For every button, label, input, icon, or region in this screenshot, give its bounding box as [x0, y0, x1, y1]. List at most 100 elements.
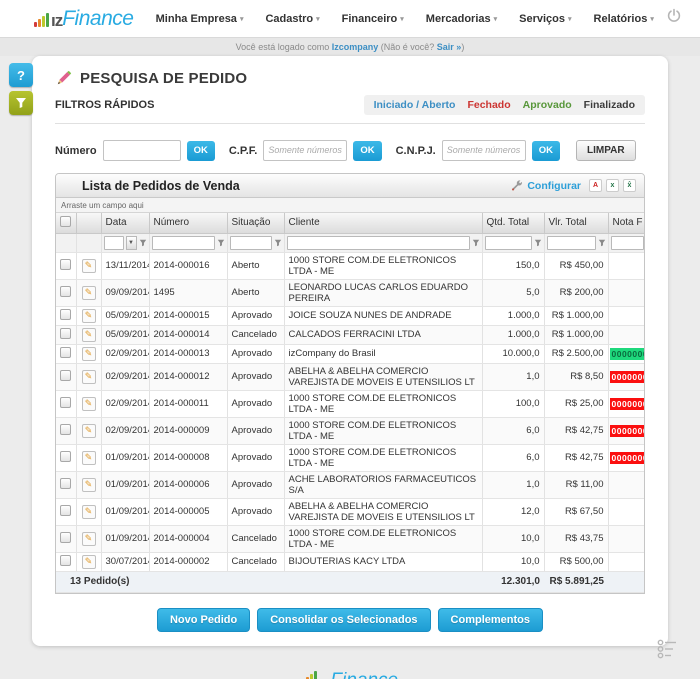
numero-ok-button[interactable]: OK [187, 141, 215, 161]
row-date: 05/09/2014 [101, 325, 149, 344]
edit-pencil-icon[interactable]: ✎ [82, 555, 96, 569]
group-drop-zone[interactable]: Arraste um campo aqui [56, 198, 644, 213]
filter-qtd-input[interactable] [485, 236, 532, 250]
nav-item-cadastro[interactable]: Cadastro▾ [265, 13, 319, 25]
row-edit-cell: ✎ [76, 306, 101, 325]
edit-pencil-icon[interactable]: ✎ [82, 347, 96, 361]
col-cliente[interactable]: Cliente [284, 213, 482, 233]
row-nota-cell [608, 325, 645, 344]
edit-pencil-icon[interactable]: ✎ [82, 505, 96, 519]
edit-pencil-icon[interactable]: ✎ [82, 328, 96, 342]
cnpj-input[interactable] [442, 140, 526, 161]
filter-nota-input[interactable] [611, 236, 645, 250]
cpf-ok-button[interactable]: OK [353, 141, 381, 161]
filter-funnel-icon[interactable] [534, 239, 542, 247]
consolidar-selecionados-button[interactable]: Consolidar os Selecionados [257, 608, 430, 632]
edit-pencil-icon[interactable]: ✎ [82, 478, 96, 492]
select-all-checkbox[interactable] [60, 216, 71, 227]
edit-pencil-icon[interactable]: ✎ [82, 451, 96, 465]
row-checkbox[interactable] [60, 532, 71, 543]
table-row: ✎05/09/20142014-000014CanceladoCALCADOS … [56, 325, 645, 344]
app-logo[interactable]: ız Finance [34, 7, 133, 31]
status-filter-aprovado[interactable]: Aprovado [523, 99, 572, 111]
row-checkbox[interactable] [60, 451, 71, 462]
nav-item-mercadorias[interactable]: Mercadorias▾ [426, 13, 497, 25]
col-situacao[interactable]: Situação [227, 213, 284, 233]
row-qty: 12,0 [482, 498, 544, 525]
filter-cliente-input[interactable] [287, 236, 470, 250]
wrench-icon[interactable] [511, 180, 523, 192]
edit-pencil-icon[interactable]: ✎ [82, 259, 96, 273]
edit-pencil-icon[interactable]: ✎ [82, 397, 96, 411]
row-date: 01/09/2014 [101, 525, 149, 552]
filter-situacao-input[interactable] [230, 236, 272, 250]
row-checkbox[interactable] [60, 424, 71, 435]
row-qty: 10.000,0 [482, 344, 544, 363]
status-filter-fechado[interactable]: Fechado [467, 99, 510, 111]
nav-item-financeiro[interactable]: Financeiro▾ [342, 13, 404, 25]
nav-item-relatorios[interactable]: Relatórios▾ [594, 13, 654, 25]
row-checkbox[interactable] [60, 478, 71, 489]
status-filter-iniciado-aberto[interactable]: Iniciado / Aberto [374, 99, 456, 111]
xlsx-icon[interactable]: x̂ [623, 179, 636, 192]
list-settings-icon[interactable] [656, 638, 678, 665]
footer-logo[interactable]: ız Finance [302, 670, 398, 679]
numero-input[interactable] [103, 140, 181, 161]
row-checkbox[interactable] [60, 505, 71, 516]
row-checkbox[interactable] [60, 309, 71, 320]
row-checkbox[interactable] [60, 259, 71, 270]
filter-funnel-icon[interactable] [598, 239, 606, 247]
row-checkbox[interactable] [60, 370, 71, 381]
cpf-input[interactable] [263, 140, 347, 161]
logout-link[interactable]: Sair » [437, 42, 462, 52]
edit-pencil-icon[interactable]: ✎ [82, 370, 96, 384]
edit-pencil-icon[interactable]: ✎ [82, 309, 96, 323]
nota-fiscal-badge[interactable]: 0000000 [610, 398, 646, 410]
filter-vlr-input[interactable] [547, 236, 596, 250]
configure-link[interactable]: Configurar [527, 180, 581, 192]
select-all-header [56, 213, 76, 233]
row-qty: 6,0 [482, 444, 544, 471]
filter-funnel-icon[interactable] [217, 239, 225, 247]
edit-pencil-icon[interactable]: ✎ [82, 532, 96, 546]
nota-fiscal-badge[interactable]: 0000000 [610, 348, 646, 360]
nota-fiscal-badge[interactable]: 0000000 [610, 371, 646, 383]
filter-funnel-icon[interactable] [139, 239, 147, 247]
company-link[interactable]: Izcompany [332, 42, 379, 52]
filter-funnel-icon[interactable] [472, 239, 480, 247]
filter-numero-input[interactable] [152, 236, 215, 250]
col-qtd[interactable]: Qtd. Total [482, 213, 544, 233]
edit-pencil-icon[interactable]: ✎ [82, 424, 96, 438]
edit-pencil-icon[interactable]: ✎ [82, 286, 96, 300]
status-filter-finalizado[interactable]: Finalizado [584, 99, 635, 111]
nota-fiscal-badge[interactable]: 0000000 [610, 452, 646, 464]
pdf-icon[interactable]: A [589, 179, 602, 192]
cnpj-ok-button[interactable]: OK [532, 141, 560, 161]
complementos-button[interactable]: Complementos [438, 608, 543, 632]
col-data[interactable]: Data [101, 213, 149, 233]
row-nota-cell: 0000000 [608, 444, 645, 471]
row-checkbox[interactable] [60, 555, 71, 566]
col-vlr[interactable]: Vlr. Total [544, 213, 608, 233]
row-checkbox[interactable] [60, 347, 71, 358]
limpar-button[interactable]: LIMPAR [576, 140, 636, 161]
row-checkbox[interactable] [60, 286, 71, 297]
row-checkbox[interactable] [60, 328, 71, 339]
nav-item-minha-empresa[interactable]: Minha Empresa▾ [156, 13, 244, 25]
column-filter-row: ▼ [56, 233, 645, 252]
date-picker-dropdown-icon[interactable]: ▼ [126, 236, 137, 250]
filter-funnel-icon[interactable] [274, 239, 282, 247]
novo-pedido-button[interactable]: Novo Pedido [157, 608, 250, 632]
filter-data-input[interactable] [104, 236, 124, 250]
nav-item-servicos[interactable]: Serviços▾ [519, 13, 571, 25]
help-button[interactable]: ? [9, 63, 33, 87]
row-select-cell [56, 444, 76, 471]
xls-icon[interactable]: x [606, 179, 619, 192]
page: ız Finance Minha Empresa▾ Cadastro▾ Financ… [0, 0, 700, 679]
col-nota[interactable]: Nota F [608, 213, 645, 233]
power-icon[interactable] [666, 8, 682, 29]
nota-fiscal-badge[interactable]: 0000000 [610, 425, 646, 437]
row-checkbox[interactable] [60, 397, 71, 408]
col-numero[interactable]: Número [149, 213, 227, 233]
filter-button[interactable] [9, 91, 33, 115]
